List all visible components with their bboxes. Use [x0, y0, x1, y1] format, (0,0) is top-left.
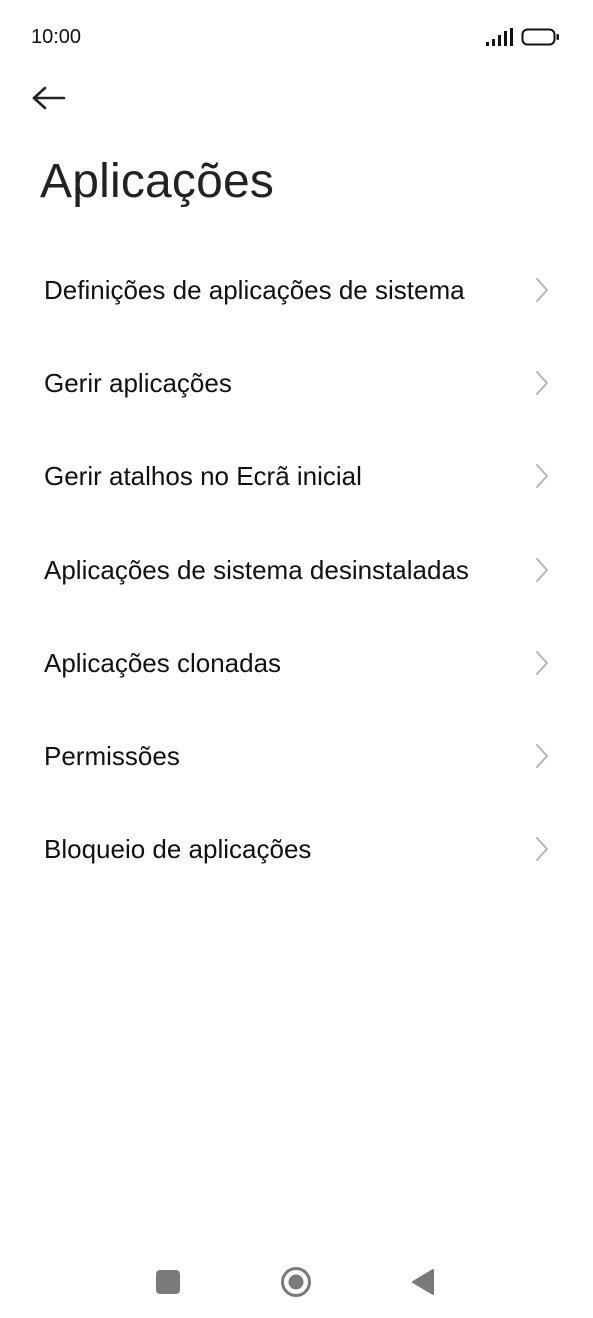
menu-item-label: Bloqueio de aplicações [44, 834, 312, 865]
chevron-right-icon [536, 464, 548, 489]
chevron-right-icon [536, 370, 548, 395]
square-recents-icon[interactable] [156, 1270, 180, 1294]
circle-home-icon[interactable] [280, 1266, 312, 1298]
back-button[interactable] [32, 76, 92, 120]
menu-item-label: Definições de aplicações de sistema [44, 274, 465, 305]
signal-strength-icon [486, 28, 513, 46]
menu-item-label: Gerir aplicações [44, 367, 232, 398]
chevron-right-icon [536, 744, 548, 769]
menu-item-app-lock[interactable]: Bloqueio de aplicações [0, 803, 593, 896]
menu-item-label: Aplicações clonadas [44, 647, 282, 678]
chevron-right-icon [536, 557, 548, 582]
menu-item-home-shortcuts[interactable]: Gerir atalhos no Ecrã inicial [0, 430, 593, 523]
status-bar: 10:00 [0, 0, 593, 72]
navigation-bar [0, 1240, 593, 1318]
menu-item-uninstalled-system-apps[interactable]: Aplicações de sistema desinstaladas [0, 523, 593, 616]
settings-screen: 10:00 Aplicações Definições de aplicaçõe… [0, 0, 593, 1318]
menu-item-system-app-settings[interactable]: Definições de aplicações de sistema [0, 243, 593, 336]
menu-item-permissions[interactable]: Permissões [0, 709, 593, 802]
menu-item-label: Permissões [44, 741, 180, 772]
menu-item-label: Aplicações de sistema desinstaladas [44, 554, 469, 585]
triangle-back-icon[interactable] [410, 1268, 436, 1296]
status-time: 10:00 [31, 26, 82, 48]
settings-menu-list: Definições de aplicações de sistema Geri… [0, 243, 593, 896]
chevron-right-icon [536, 837, 548, 862]
arrow-left-icon [32, 86, 66, 110]
chevron-right-icon [536, 650, 548, 675]
menu-item-manage-apps[interactable]: Gerir aplicações [0, 336, 593, 429]
menu-item-cloned-apps[interactable]: Aplicações clonadas [0, 616, 593, 709]
menu-item-label: Gerir atalhos no Ecrã inicial [44, 461, 362, 492]
page-title: Aplicações [40, 155, 275, 208]
chevron-right-icon [536, 277, 548, 302]
battery-icon [521, 28, 559, 46]
